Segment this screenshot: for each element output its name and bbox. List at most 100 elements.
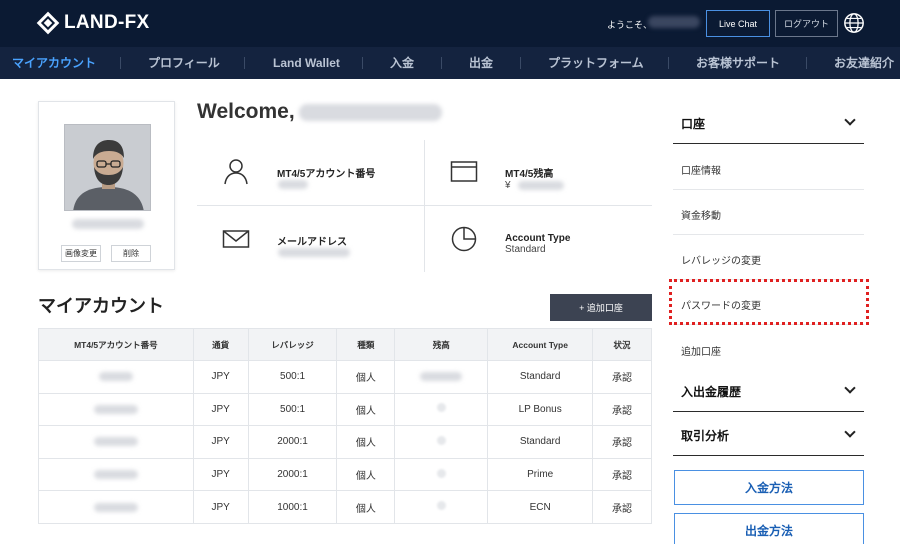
delete-image-button[interactable]: 削除 [111, 245, 151, 262]
email-label: メールアドレス [277, 237, 347, 248]
sidebar-item-password-change[interactable]: パスワードの変更 [673, 280, 864, 325]
sidebar-item-fund-transfer[interactable]: 資金移動 [673, 190, 864, 235]
sidebar-item-label: 追加口座 [681, 347, 721, 358]
col-balance: 残高 [394, 328, 489, 361]
sidebar-section-history[interactable]: 入出金履歴 [673, 368, 864, 412]
cell-status-link[interactable]: 承認 [592, 457, 652, 492]
avatar [64, 124, 151, 211]
nav-divider [244, 57, 245, 69]
user-avatar-icon [65, 125, 150, 210]
wallet-icon [450, 161, 478, 182]
sidebar-section-analysis[interactable]: 取引分析 [673, 412, 864, 456]
table-row: JPY 500:1 個人 Standard 承認 [38, 360, 652, 394]
cell-kind: 個人 [336, 360, 396, 394]
nav-divider [806, 57, 807, 69]
main-nav: マイアカウント プロフィール Land Wallet 入金 出金 プラットフォー… [0, 47, 900, 79]
table-row: JPY 500:1 個人 LP Bonus 承認 [38, 392, 652, 427]
cell-currency: JPY [192, 457, 249, 492]
welcome-greeting: ようこそ、 [607, 20, 653, 30]
cell-balance [394, 392, 489, 427]
cell-leverage: 1000:1 [247, 490, 338, 524]
info-divider-vertical [424, 140, 425, 272]
deposit-method-button[interactable]: 入金方法 [674, 470, 864, 505]
cell-kind: 個人 [336, 490, 396, 524]
col-account-number: MT4/5アカウント番号 [38, 328, 194, 361]
cell-account-type: ECN [487, 490, 594, 524]
top-header: LAND-FX ようこそ、 Live Chat ログアウト [0, 0, 900, 47]
nav-item-withdraw[interactable]: 出金 [469, 47, 493, 79]
nav-item-platform[interactable]: プラットフォーム [548, 47, 644, 79]
cell-currency: JPY [192, 425, 249, 459]
nav-item-profile[interactable]: プロフィール [148, 47, 220, 79]
welcome-title: Welcome, [197, 100, 295, 123]
nav-item-my-account[interactable]: マイアカウント [12, 47, 96, 79]
cell-status-link[interactable]: 承認 [592, 490, 652, 524]
cell-account-type: Prime [487, 457, 594, 492]
land-fx-logo[interactable]: LAND-FX [36, 11, 150, 35]
account-table: MT4/5アカウント番号 通貨 レバレッジ 種類 残高 Account Type… [38, 328, 652, 524]
table-row: JPY 2000:1 個人 Prime 承認 [38, 457, 652, 492]
withdraw-method-button[interactable]: 出金方法 [674, 513, 864, 544]
col-leverage: レバレッジ [247, 328, 338, 361]
nav-divider [362, 57, 363, 69]
col-currency: 通貨 [192, 328, 249, 361]
logout-button[interactable]: ログアウト [775, 10, 838, 37]
cell-currency: JPY [192, 360, 249, 394]
sidebar-section-account[interactable]: 口座 [673, 100, 864, 144]
cell-status-link[interactable]: 承認 [592, 392, 652, 427]
mail-icon [222, 230, 250, 248]
sidebar-section-label: 口座 [681, 117, 706, 131]
globe-icon[interactable] [843, 12, 865, 34]
cell-kind: 個人 [336, 457, 396, 492]
cell-leverage: 2000:1 [247, 425, 338, 459]
cell-currency: JPY [192, 392, 249, 427]
sidebar-item-label: パスワードの変更 [681, 301, 761, 312]
email-redacted [278, 248, 350, 257]
balance-value-redacted [518, 181, 564, 190]
account-number-redacted [278, 180, 308, 189]
sidebar-section-label: 取引分析 [681, 429, 730, 443]
sidebar-section-label: 入出金履歴 [681, 385, 742, 399]
cell-balance [394, 425, 489, 459]
cell-account-number [38, 457, 194, 492]
sidebar-item-label: 口座情報 [681, 166, 721, 177]
live-chat-button[interactable]: Live Chat [706, 10, 770, 37]
cell-account-number [38, 425, 194, 459]
cell-balance [394, 360, 489, 394]
cell-account-number [38, 360, 194, 394]
welcome-name-redacted [299, 104, 442, 121]
cell-account-number [38, 490, 194, 524]
sidebar-item-label: レバレッジの変更 [681, 256, 761, 267]
cell-account-number [38, 392, 194, 427]
balance-label: MT4/5残高 [505, 169, 554, 180]
sidebar-item-add-account[interactable]: 追加口座 [673, 326, 864, 371]
nav-item-referral[interactable]: お友達紹介 [834, 47, 894, 79]
nav-item-support[interactable]: お客様サポート [696, 47, 780, 79]
nav-divider [120, 57, 121, 69]
cell-leverage: 500:1 [247, 392, 338, 427]
cell-status-link[interactable]: 承認 [592, 425, 652, 459]
profile-name-redacted [72, 219, 144, 229]
cell-balance [394, 457, 489, 492]
account-type-label: Account Type [505, 233, 571, 244]
nav-item-deposit[interactable]: 入金 [390, 47, 414, 79]
sidebar-item-label: 資金移動 [681, 211, 721, 222]
add-account-button[interactable]: + 追加口座 [550, 294, 652, 321]
my-account-title: マイアカウント [38, 296, 164, 316]
col-status: 状況 [592, 328, 652, 361]
chevron-down-icon [844, 114, 856, 126]
nav-divider [520, 57, 521, 69]
table-row: JPY 2000:1 個人 Standard 承認 [38, 425, 652, 459]
logo-text: LAND-FX [64, 12, 150, 33]
cell-leverage: 2000:1 [247, 457, 338, 492]
sidebar-item-leverage-change[interactable]: レバレッジの変更 [673, 235, 864, 280]
logo-diamond-icon [36, 11, 60, 35]
balance-currency: ¥ [505, 180, 511, 191]
col-type: 種類 [336, 328, 396, 361]
sidebar-item-account-info[interactable]: 口座情報 [673, 145, 864, 190]
nav-divider [668, 57, 669, 69]
table-row: JPY 1000:1 個人 ECN 承認 [38, 490, 652, 524]
nav-item-land-wallet[interactable]: Land Wallet [273, 47, 340, 79]
cell-status-link[interactable]: 承認 [592, 360, 652, 394]
change-image-button[interactable]: 画像変更 [61, 245, 101, 262]
